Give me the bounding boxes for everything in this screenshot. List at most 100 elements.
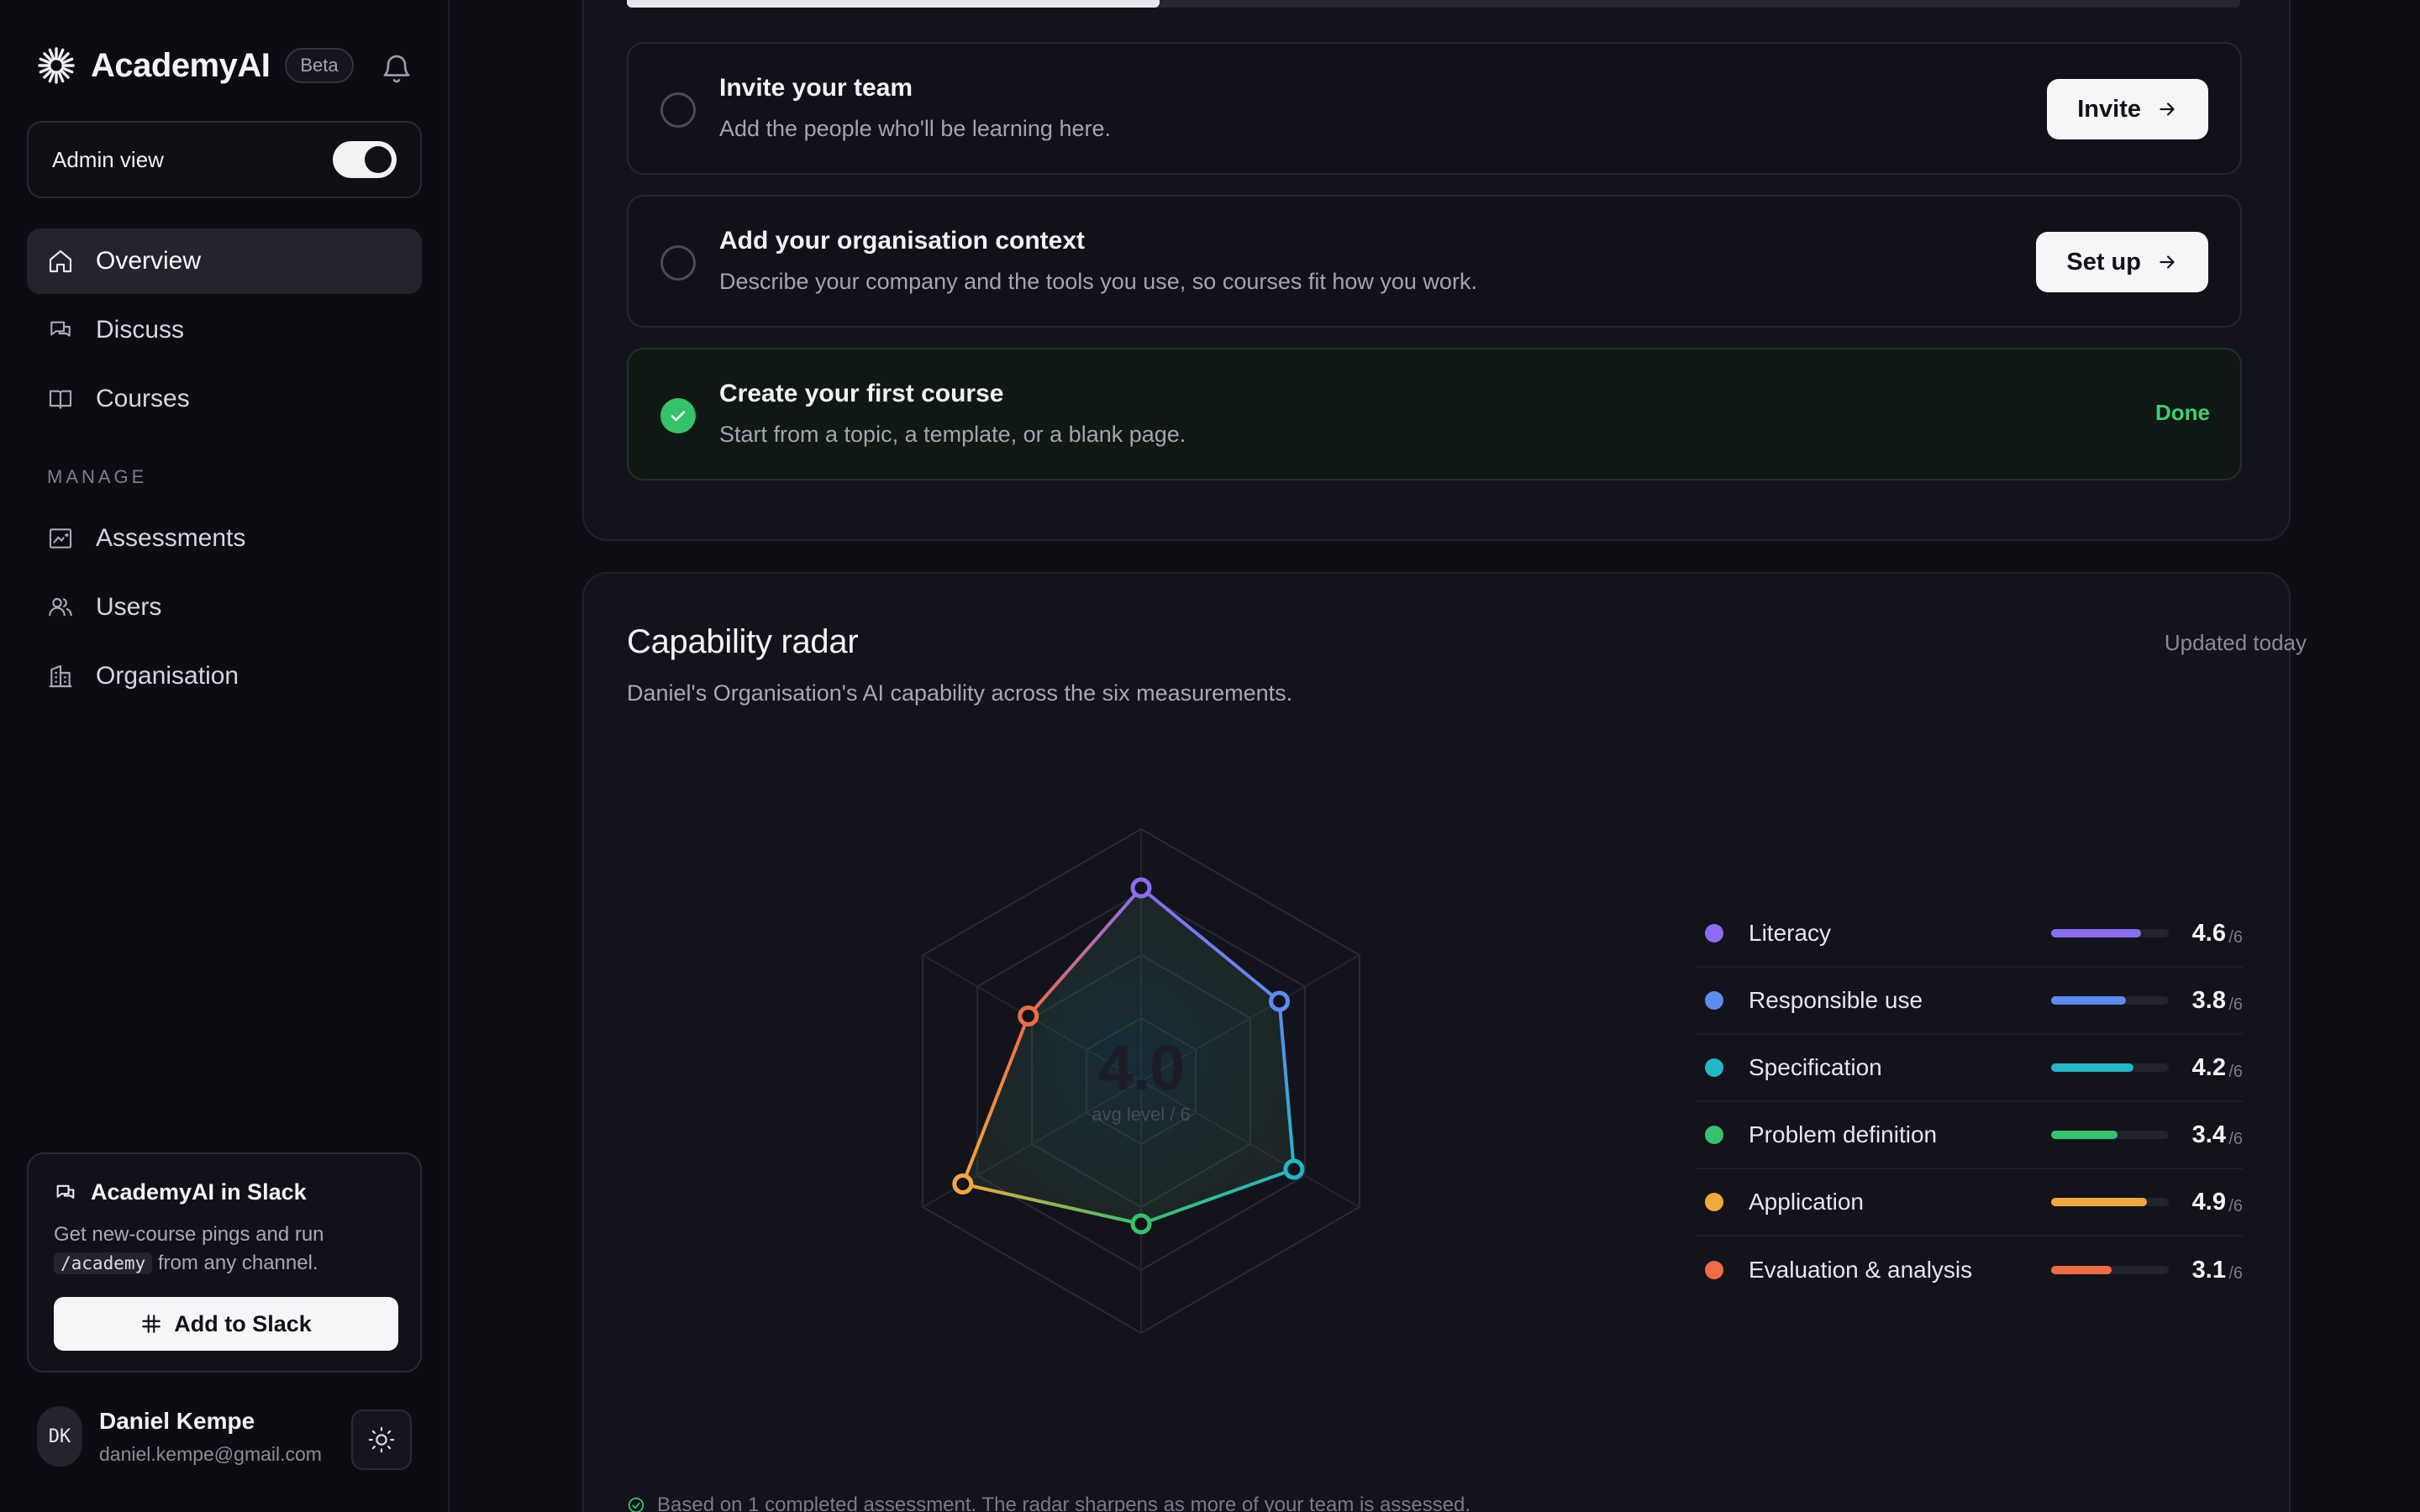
- radar-subtitle: Daniel's Organisation's AI capability ac…: [627, 680, 1293, 706]
- sidebar-item-label: Assessments: [96, 524, 246, 552]
- legend-max: /6: [2228, 928, 2243, 947]
- slack-desc-before: Get new-course pings and run: [54, 1223, 324, 1246]
- step-invite-team: Invite your team Add the people who'll b…: [627, 42, 2242, 175]
- legend-row-specification: Specification 4.2/6: [1697, 1035, 2243, 1102]
- legend-bar-track: [2051, 1198, 2169, 1206]
- slack-desc-after: from any channel.: [157, 1252, 318, 1274]
- legend-label: Evaluation & analysis: [1749, 1257, 1973, 1283]
- building-icon: [49, 664, 72, 688]
- book-icon: [49, 390, 72, 409]
- users-icon: [49, 597, 72, 617]
- radar-average-label: avg level / 6: [1092, 1104, 1191, 1125]
- legend-label: Problem definition: [1749, 1121, 1938, 1147]
- legend-value: 4.9: [2191, 1188, 2226, 1215]
- sidebar: AcademyAI Beta Admin view Overview Discu…: [0, 0, 450, 1512]
- radar-note-text: Based on 1 completed assessment. The rad…: [657, 1494, 1471, 1512]
- radar-legend: Literacy 4.6/6 Responsible use 3.8/6 Specifi…: [1697, 900, 2243, 1304]
- user-profile[interactable]: DK Daniel Kempe daniel.kempe@gmail.com: [37, 1401, 415, 1472]
- radar-updated: Updated today: [2164, 630, 2307, 655]
- user-name: Daniel Kempe: [99, 1407, 255, 1434]
- invite-button[interactable]: Invite: [2047, 79, 2208, 139]
- sidebar-item-courses[interactable]: Courses: [27, 366, 422, 432]
- legend-bar-fill: [2051, 1131, 2118, 1139]
- legend-value: 3.8: [2191, 986, 2226, 1014]
- admin-view-label: Admin view: [52, 146, 164, 172]
- beta-badge: Beta: [285, 48, 354, 83]
- sidebar-item-label: Discuss: [96, 316, 185, 344]
- step-title: Invite your team: [719, 74, 913, 102]
- radar-point-evaluation[interactable]: [1018, 1005, 1039, 1026]
- arrow-right-icon: [2160, 102, 2175, 116]
- legend-max: /6: [2228, 1197, 2243, 1215]
- legend-value: 3.4: [2191, 1121, 2226, 1148]
- radar-point-specification[interactable]: [1283, 1158, 1305, 1180]
- chart-icon: [49, 528, 72, 549]
- legend-color-dot: [1705, 991, 1723, 1010]
- legend-bar-fill: [2051, 1198, 2148, 1206]
- onboarding-progress: [627, 0, 2240, 8]
- step-done-label: Done: [2155, 400, 2210, 425]
- bell-icon[interactable]: [380, 52, 413, 86]
- radar-note: Based on 1 completed assessment. The rad…: [627, 1494, 1470, 1512]
- step-title: Add your organisation context: [719, 227, 1086, 255]
- brand[interactable]: AcademyAI Beta: [37, 44, 354, 87]
- toggle-knob: [365, 146, 392, 173]
- sidebar-item-label: Users: [96, 593, 162, 621]
- admin-view-card: Admin view: [27, 121, 422, 198]
- legend-row-evaluation: Evaluation & analysis 3.1/6: [1697, 1236, 2243, 1304]
- sidebar-item-assessments[interactable]: Assessments: [27, 506, 422, 571]
- legend-bar-track: [2051, 1266, 2169, 1274]
- legend-color-dot: [1705, 1058, 1723, 1077]
- add-to-slack-button[interactable]: Add to Slack: [54, 1297, 398, 1351]
- step-description: Start from a topic, a template, or a bla…: [719, 422, 1186, 447]
- slack-description: Get new-course pings and run /academy fr…: [54, 1221, 395, 1278]
- legend-bar-track: [2051, 929, 2169, 937]
- slack-title-text: AcademyAI in Slack: [91, 1179, 307, 1205]
- legend-bar-fill: [2051, 996, 2126, 1005]
- set-up-button[interactable]: Set up: [2036, 232, 2208, 292]
- avatar: DK: [37, 1406, 82, 1467]
- sidebar-item-discuss[interactable]: Discuss: [27, 297, 422, 363]
- admin-view-toggle[interactable]: [333, 141, 397, 178]
- legend-max: /6: [2228, 1264, 2243, 1283]
- legend-label: Responsible use: [1749, 987, 1923, 1013]
- user-email: daniel.kempe@gmail.com: [99, 1442, 322, 1465]
- sidebar-item-label: Organisation: [96, 662, 239, 690]
- legend-bar-fill: [2051, 1063, 2133, 1072]
- radar-point-problem-definition[interactable]: [1130, 1213, 1152, 1235]
- sidebar-item-users[interactable]: Users: [27, 575, 422, 640]
- legend-color-dot: [1705, 924, 1723, 942]
- sidebar-item-label: Courses: [96, 385, 190, 412]
- legend-row-application: Application 4.9/6: [1697, 1169, 2243, 1236]
- legend-max: /6: [2228, 1063, 2243, 1081]
- check-circle-icon: [628, 1497, 644, 1512]
- step-description: Describe your company and the tools you …: [719, 269, 1477, 294]
- legend-bar-track: [2051, 1063, 2169, 1072]
- sparkle-logo-icon: [38, 47, 75, 84]
- app-root: AcademyAI Beta Admin view Overview Discu…: [0, 0, 2420, 1512]
- radar-point-literacy[interactable]: [1130, 877, 1152, 899]
- sidebar-item-organisation[interactable]: Organisation: [27, 643, 422, 709]
- legend-label: Specification: [1749, 1054, 1882, 1080]
- legend-max: /6: [2228, 1130, 2243, 1148]
- theme-toggle-button[interactable]: [351, 1410, 412, 1470]
- legend-row-problem-definition: Problem definition 3.4/6: [1697, 1102, 2243, 1169]
- legend-label: Application: [1749, 1189, 1864, 1215]
- add-to-slack-label: Add to Slack: [174, 1310, 312, 1336]
- step-status-empty: [660, 245, 696, 281]
- arrow-right-icon: [2160, 255, 2175, 269]
- step-title: Create your first course: [719, 380, 1004, 407]
- legend-row-responsible-use: Responsible use 3.8/6: [1697, 968, 2243, 1035]
- sidebar-item-overview[interactable]: Overview: [27, 228, 422, 294]
- sidebar-item-label: Overview: [96, 247, 202, 275]
- primary-nav: Overview Discuss Courses: [27, 228, 422, 435]
- nav-section-manage: MANAGE: [47, 466, 148, 487]
- legend-row-literacy: Literacy 4.6/6: [1697, 900, 2243, 968]
- brand-name: AcademyAI: [91, 46, 271, 84]
- radar-point-application[interactable]: [952, 1173, 974, 1194]
- radar-point-responsible-use[interactable]: [1269, 990, 1291, 1012]
- slack-command: /academy: [54, 1252, 153, 1274]
- legend-value: 4.2: [2191, 1053, 2226, 1081]
- legend-max: /6: [2228, 995, 2243, 1014]
- legend-bar-fill: [2051, 1266, 2112, 1274]
